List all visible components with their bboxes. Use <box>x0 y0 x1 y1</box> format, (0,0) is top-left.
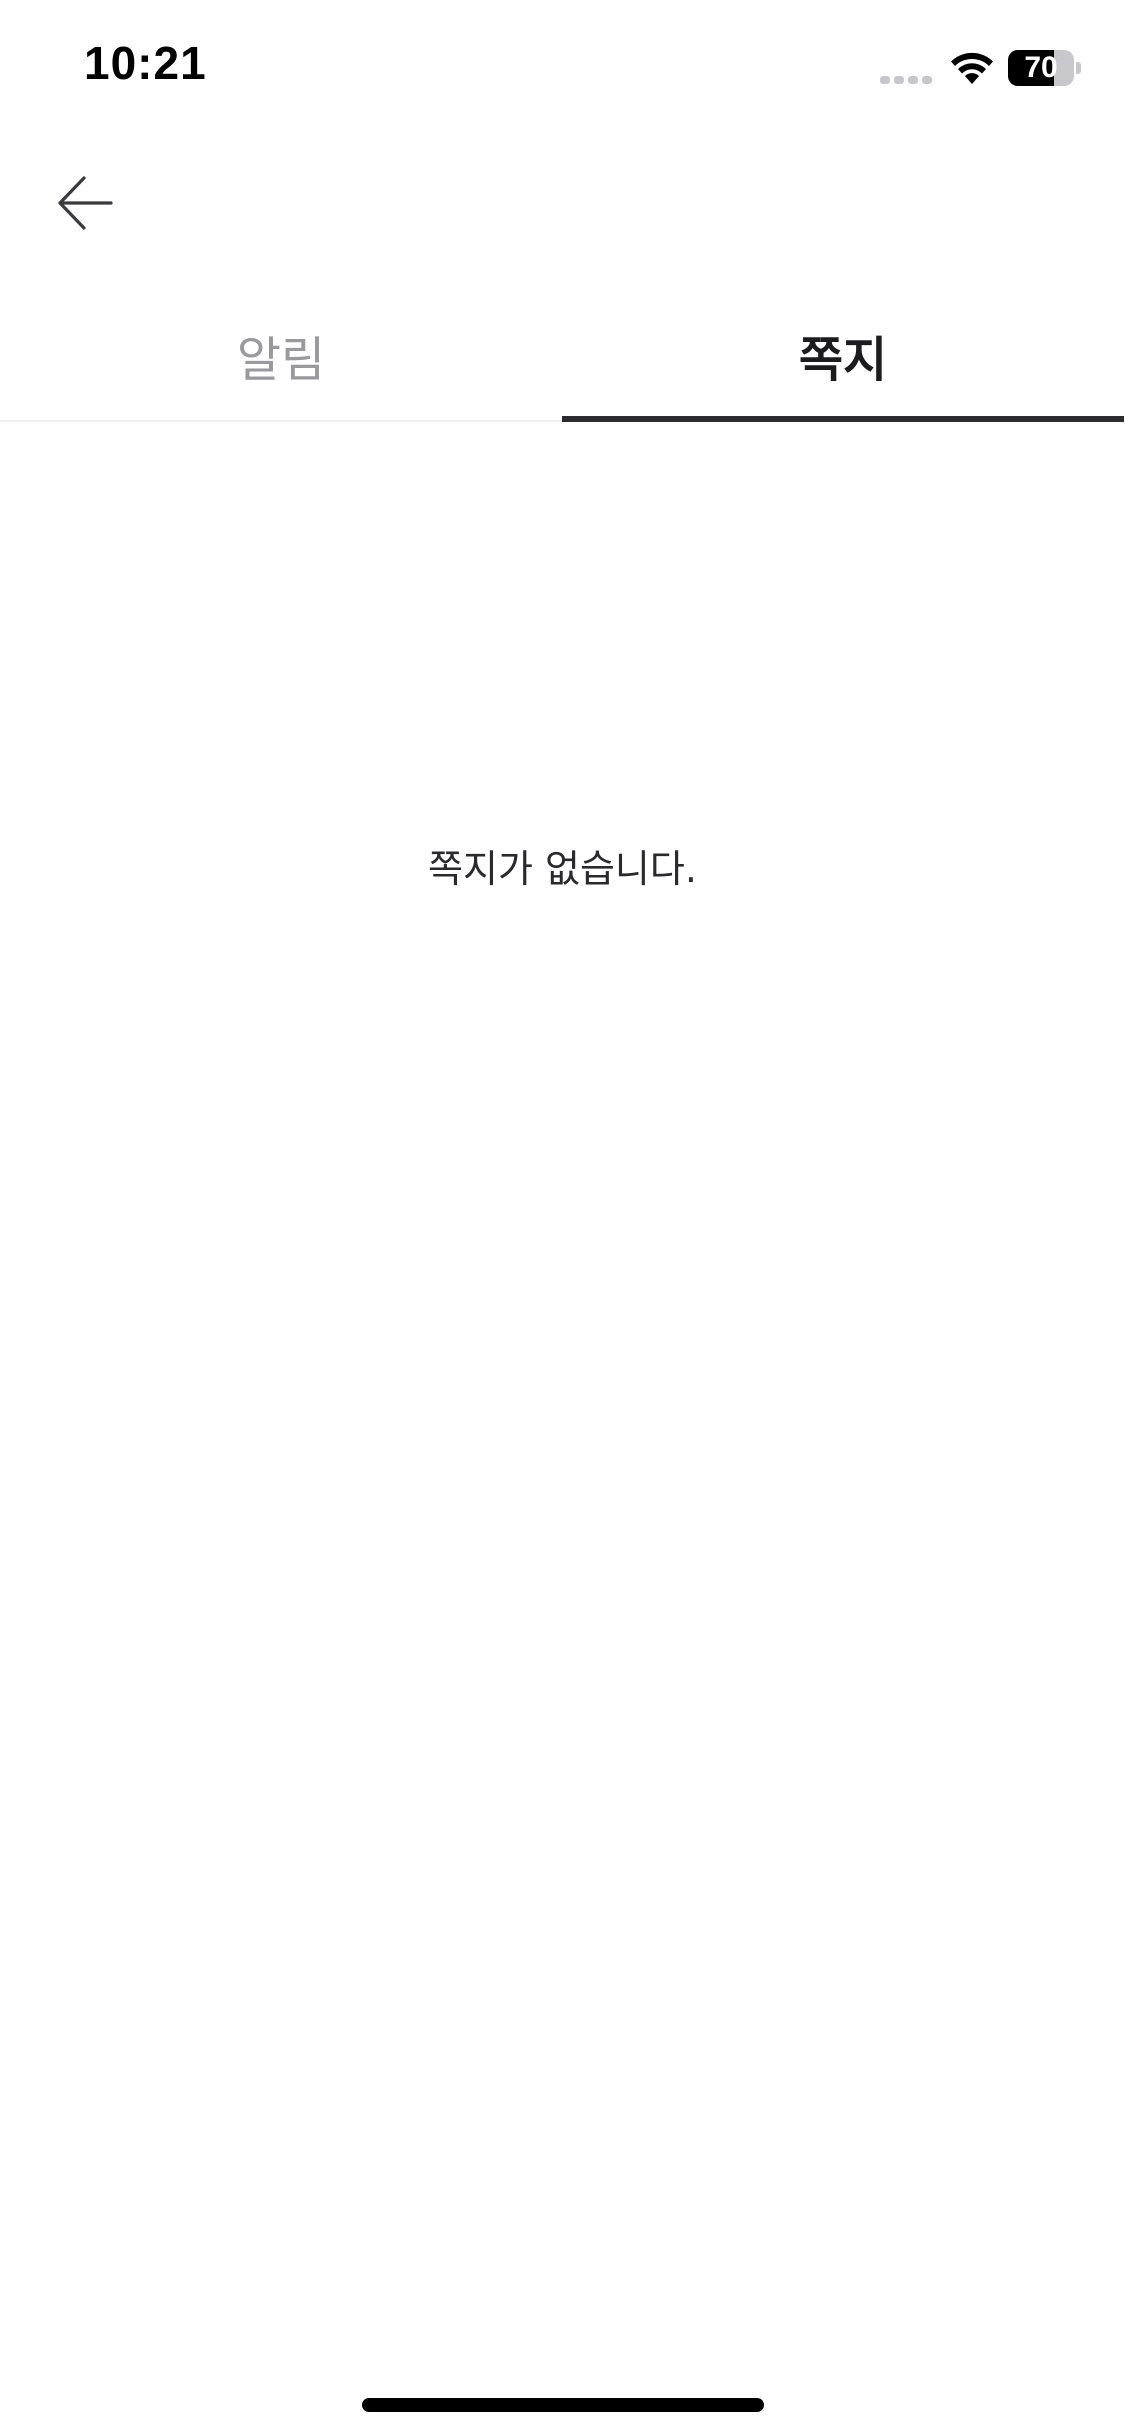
battery-icon: 70 <box>1008 50 1081 86</box>
battery-shell: 70 <box>1008 50 1074 86</box>
status-time: 10:21 <box>84 37 207 89</box>
tab-bar: 알림 쪽지 <box>0 290 1125 422</box>
tab-messages[interactable]: 쪽지 <box>562 290 1124 422</box>
tab-notifications[interactable]: 알림 <box>0 290 562 420</box>
cell-signal-icon <box>880 76 932 84</box>
back-button[interactable] <box>40 158 130 248</box>
arrow-left-icon <box>58 176 113 230</box>
empty-state-message: 쪽지가 없습니다. <box>428 847 697 891</box>
wifi-icon <box>951 52 993 84</box>
tab-notifications-label: 알림 <box>236 332 326 388</box>
status-bar: 10:21 70 <box>0 0 1125 140</box>
battery-level: 70 <box>1024 51 1058 84</box>
active-tab-indicator <box>562 416 1124 422</box>
tab-messages-label: 쪽지 <box>798 332 888 388</box>
home-indicator[interactable] <box>362 2398 764 2412</box>
battery-cap <box>1076 62 1081 74</box>
